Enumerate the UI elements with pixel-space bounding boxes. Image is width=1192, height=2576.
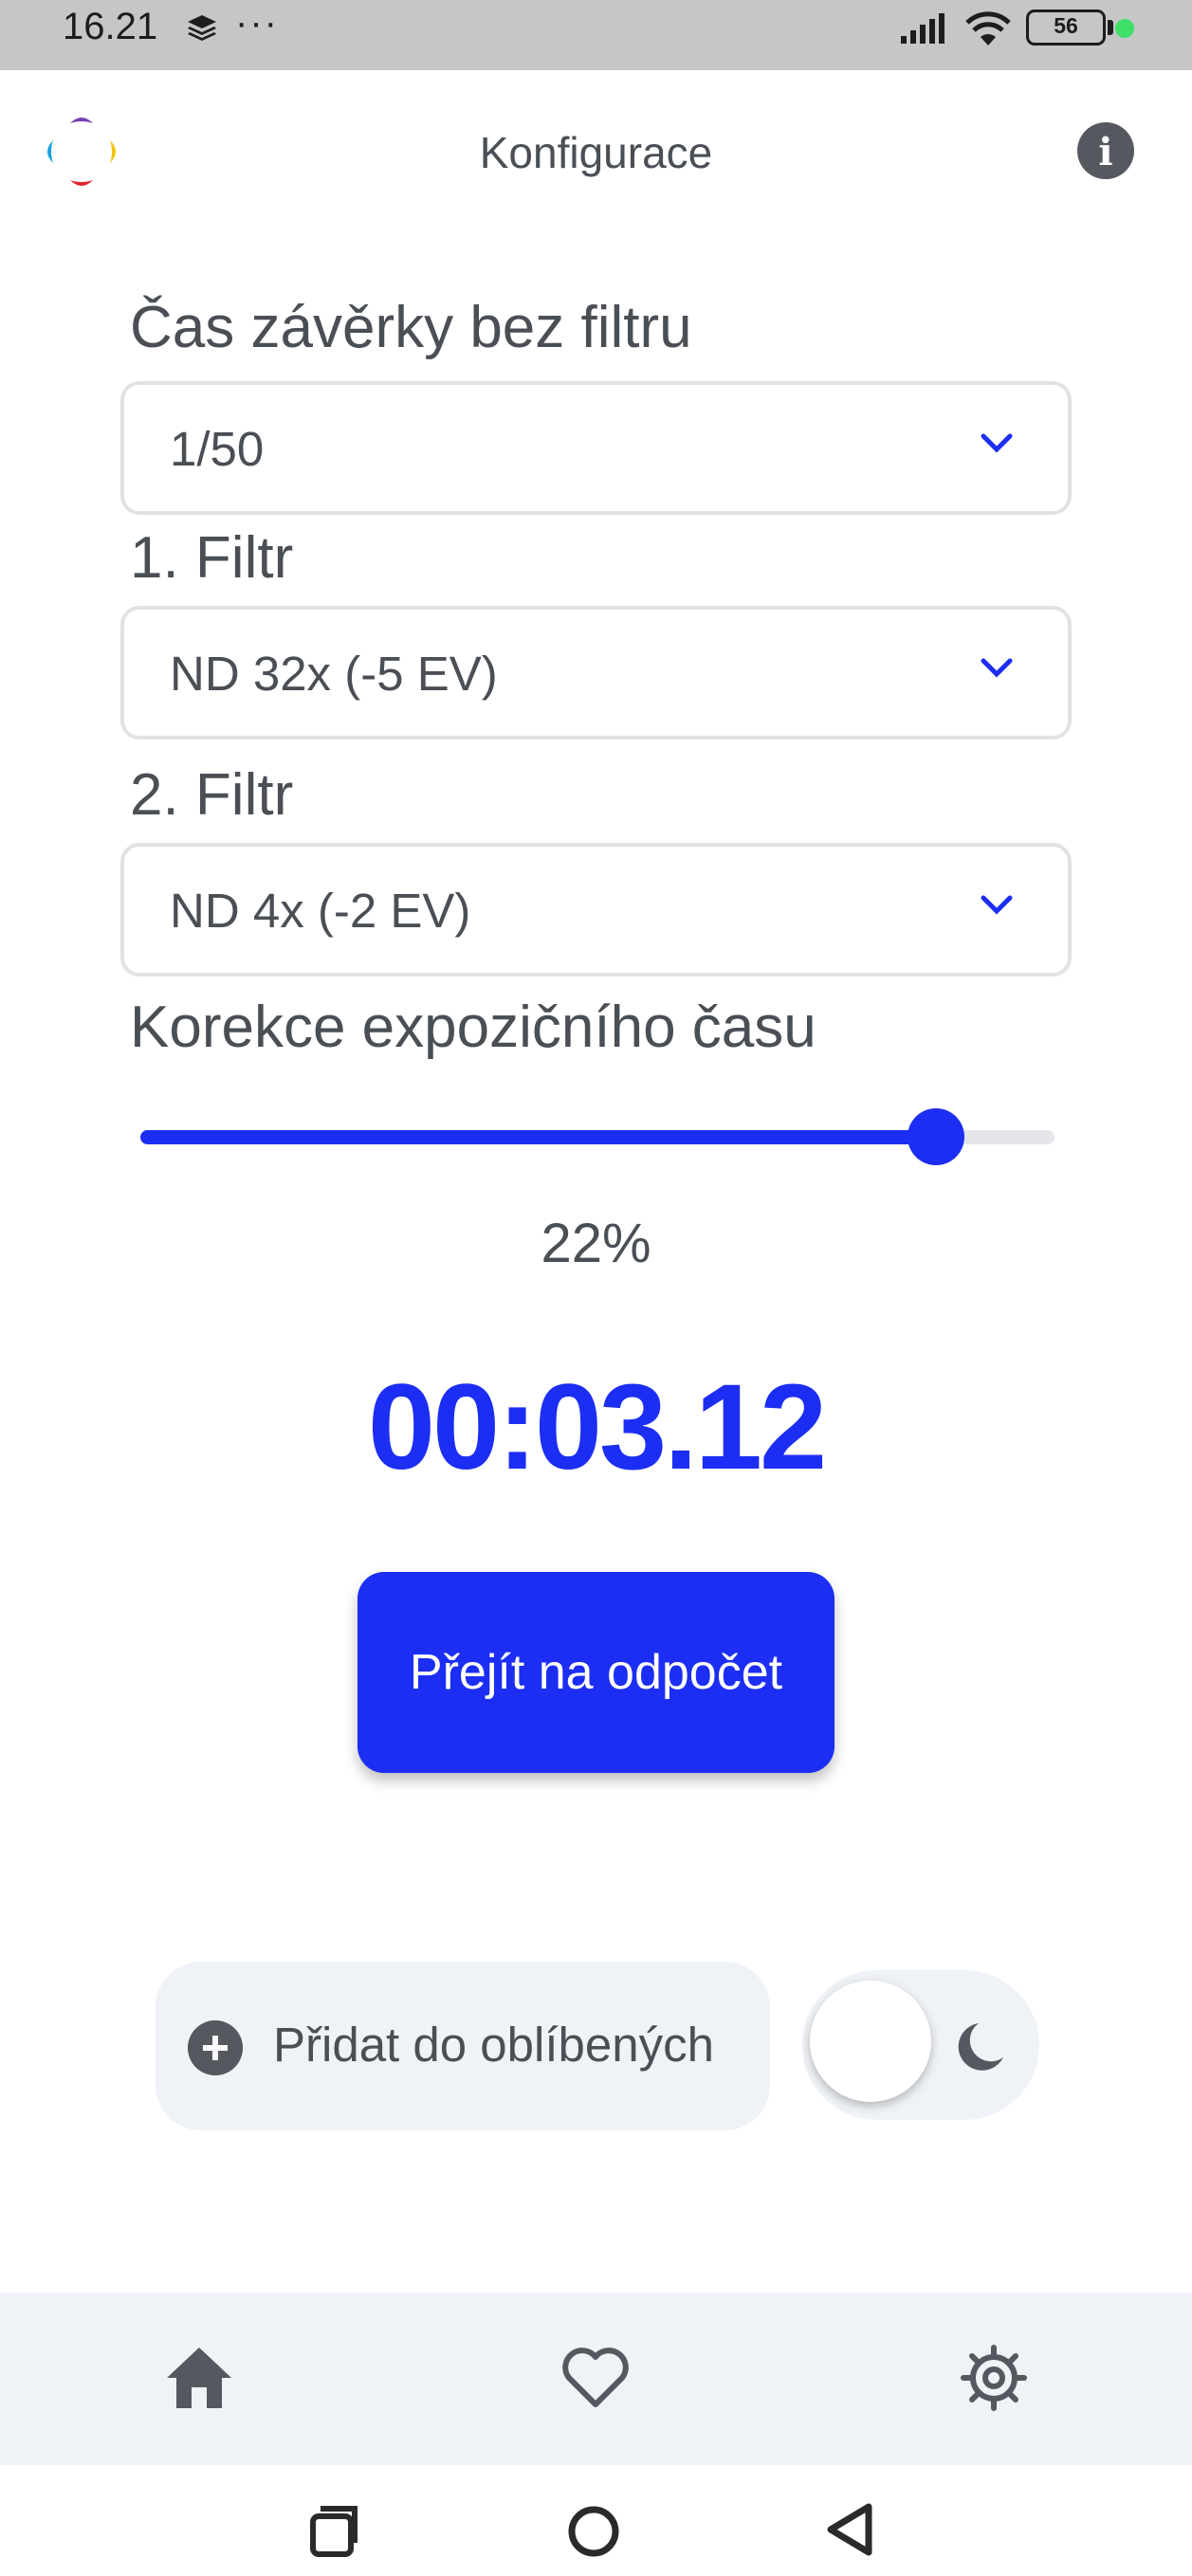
chevron-down-icon xyxy=(981,658,1013,678)
info-button[interactable]: i xyxy=(1077,122,1134,179)
correction-label: Korekce expozičního času xyxy=(130,995,816,1060)
correction-value: 22% xyxy=(541,1213,651,1274)
battery-tip xyxy=(1108,20,1113,35)
shutter-label: Čas závěrky bez filtru xyxy=(130,295,692,360)
countdown-button[interactable]: Přejít na odpočet xyxy=(358,1572,834,1773)
layers-icon xyxy=(188,15,216,41)
status-time: 16.21 xyxy=(63,6,158,47)
shutter-select[interactable]: 1/50 xyxy=(120,381,1072,515)
back-icon[interactable] xyxy=(821,2501,878,2558)
home-circle-icon[interactable] xyxy=(565,2503,622,2560)
toggle-knob xyxy=(810,1981,931,2102)
status-bar xyxy=(0,0,1192,70)
filter1-select[interactable]: ND 32x (-5 EV) xyxy=(120,606,1072,740)
signal-icon xyxy=(901,13,944,44)
filter1-label: 1. Filtr xyxy=(130,525,294,591)
gear-icon[interactable] xyxy=(958,2344,1030,2412)
more-icon: ··· xyxy=(235,2,279,44)
battery-level: 56 xyxy=(1054,13,1078,38)
page-title: Konfigurace xyxy=(479,128,713,177)
heart-icon[interactable] xyxy=(559,2344,632,2412)
add-favorite-button[interactable]: Přidat do oblíbených xyxy=(156,1962,770,2130)
wifi-icon xyxy=(965,11,1011,46)
battery-icon: 56 xyxy=(1026,9,1106,46)
info-icon: i xyxy=(1098,130,1113,174)
moon-icon xyxy=(958,2023,1003,2071)
bottom-nav xyxy=(0,2293,1192,2465)
filter1-value: ND 32x (-5 EV) xyxy=(170,647,498,701)
shutter-value: 1/50 xyxy=(170,422,265,476)
dark-mode-toggle[interactable] xyxy=(802,1970,1039,2120)
chevron-down-icon xyxy=(981,895,1013,915)
slider-fill xyxy=(140,1130,936,1144)
filter2-select[interactable]: ND 4x (-2 EV) xyxy=(120,843,1072,977)
add-favorite-label: Přidat do oblíbených xyxy=(273,2018,714,2072)
exposure-time: 00:03.12 xyxy=(367,1360,827,1495)
filter2-value: ND 4x (-2 EV) xyxy=(170,884,471,938)
recents-icon[interactable] xyxy=(305,2503,362,2560)
slider-thumb[interactable] xyxy=(907,1108,964,1165)
chevron-down-icon xyxy=(981,433,1013,453)
filter2-label: 2. Filtr xyxy=(130,762,294,828)
plus-circle-icon xyxy=(188,2020,243,2075)
home-icon[interactable] xyxy=(163,2344,235,2412)
charging-dot xyxy=(1115,19,1134,38)
